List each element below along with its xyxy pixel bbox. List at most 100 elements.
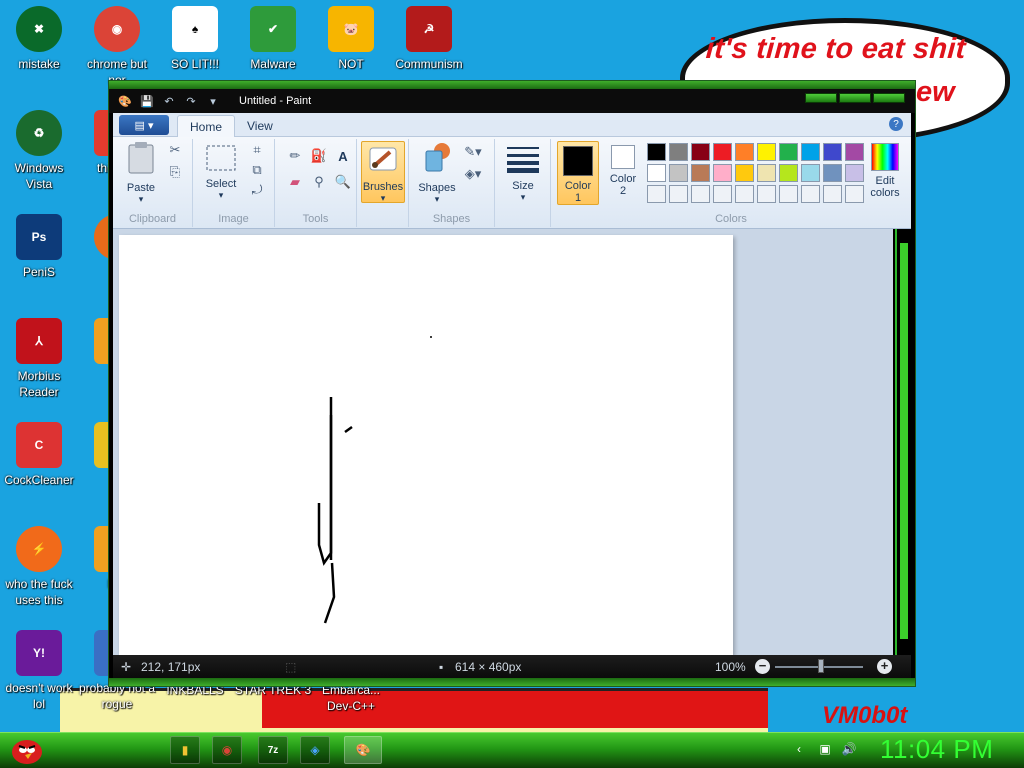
palette-swatch[interactable] bbox=[713, 164, 732, 182]
paint-window[interactable]: 🎨 💾 ↶ ↷ ▾ Untitled - Paint ▤ ▾ Home View… bbox=[108, 80, 916, 687]
desktop-icon[interactable]: ◉chrome but nor bbox=[78, 6, 156, 88]
customize-qat-icon[interactable]: ▾ bbox=[205, 93, 221, 109]
resize-icon[interactable]: ⧉ bbox=[247, 161, 267, 179]
paste-button[interactable]: Paste ▾ bbox=[119, 141, 163, 205]
save-icon[interactable]: 💾 bbox=[139, 93, 155, 109]
show-hidden-icons-icon[interactable]: ‹ bbox=[790, 741, 808, 757]
zoom-out-button[interactable]: − bbox=[755, 659, 770, 674]
palette-swatch[interactable] bbox=[779, 143, 798, 161]
zoom-in-button[interactable]: + bbox=[877, 659, 892, 674]
custom-color-slot[interactable] bbox=[713, 185, 732, 203]
tab-home[interactable]: Home bbox=[177, 115, 236, 137]
close-button[interactable] bbox=[873, 93, 905, 103]
outline-icon[interactable]: ✎▾ bbox=[463, 143, 483, 161]
volume-icon[interactable]: 🔊 bbox=[840, 741, 858, 757]
palette-swatch[interactable] bbox=[779, 164, 798, 182]
select-label: Select bbox=[205, 178, 237, 190]
eraser-icon[interactable]: ▰ bbox=[285, 173, 305, 191]
copy-icon[interactable]: ⎘ bbox=[165, 163, 185, 181]
custom-color-slot[interactable] bbox=[647, 185, 666, 203]
custom-color-slot[interactable] bbox=[823, 185, 842, 203]
edit-colors-button[interactable]: Edit colors bbox=[865, 143, 905, 199]
color-picker-icon[interactable]: ⚲ bbox=[309, 173, 329, 191]
taskbar-explorer[interactable]: ▮ bbox=[170, 736, 200, 764]
taskbar-7zip[interactable]: 7z bbox=[258, 736, 288, 764]
palette-swatch[interactable] bbox=[691, 164, 710, 182]
taskbar-app[interactable]: ◈ bbox=[300, 736, 330, 764]
desktop-icon[interactable]: ☭ Communism bbox=[390, 6, 468, 72]
redo-icon[interactable]: ↷ bbox=[183, 93, 199, 109]
fill-icon[interactable]: ⛽ bbox=[309, 147, 329, 165]
drawing-canvas[interactable] bbox=[119, 235, 733, 655]
custom-color-slot[interactable] bbox=[845, 185, 864, 203]
palette-swatch[interactable] bbox=[669, 143, 688, 161]
desktop-icon[interactable]: ♻ Windows Vista bbox=[0, 110, 78, 192]
fill-shape-icon[interactable]: ◈▾ bbox=[463, 165, 483, 183]
palette-swatch[interactable] bbox=[801, 143, 820, 161]
palette-swatch[interactable] bbox=[713, 143, 732, 161]
minimize-button[interactable] bbox=[805, 93, 837, 103]
chevron-down-icon: ▾ bbox=[138, 194, 144, 204]
custom-color-slot[interactable] bbox=[735, 185, 754, 203]
custom-color-slot[interactable] bbox=[757, 185, 776, 203]
palette-swatch[interactable] bbox=[735, 143, 754, 161]
palette-swatch[interactable] bbox=[845, 143, 864, 161]
palette-swatch[interactable] bbox=[823, 143, 842, 161]
custom-color-slot[interactable] bbox=[779, 185, 798, 203]
custom-color-slot[interactable] bbox=[691, 185, 710, 203]
desktop-icon-label: Communism bbox=[395, 57, 463, 71]
start-button[interactable] bbox=[6, 732, 48, 768]
chrome-icon: ◉ bbox=[94, 6, 140, 52]
desktop-icon[interactable]: ⅄ Morbius Reader bbox=[0, 318, 78, 400]
maximize-button[interactable] bbox=[839, 93, 871, 103]
palette-swatch[interactable] bbox=[669, 164, 688, 182]
vertical-scrollbar[interactable] bbox=[895, 229, 911, 655]
palette-swatch[interactable] bbox=[823, 164, 842, 182]
palette-swatch[interactable] bbox=[845, 164, 864, 182]
desktop-icon[interactable]: ✔ Malware bbox=[234, 6, 312, 72]
palette-swatch[interactable] bbox=[735, 164, 754, 182]
undo-icon[interactable]: ↶ bbox=[161, 93, 177, 109]
palette-swatch[interactable] bbox=[647, 164, 666, 182]
desktop-icon[interactable]: C CockCleaner bbox=[0, 422, 78, 488]
desktop-icon[interactable]: ♠ SO LIT!!! bbox=[156, 6, 234, 72]
help-icon[interactable]: ? bbox=[889, 117, 903, 131]
shapes-button[interactable]: Shapes ▾ bbox=[415, 141, 459, 205]
palette-swatch[interactable] bbox=[691, 143, 710, 161]
desktop-icon[interactable]: Ps PeniS bbox=[0, 214, 78, 280]
color2-button[interactable]: Color 2 bbox=[603, 145, 643, 197]
rotate-icon[interactable]: ⤾ bbox=[247, 181, 267, 199]
taskbar-paint[interactable]: 🎨 bbox=[344, 736, 382, 764]
custom-color-slot[interactable] bbox=[669, 185, 688, 203]
paint-menu-button[interactable]: ▤ ▾ bbox=[119, 115, 169, 135]
desktop-icon[interactable]: 🐷 NOT bbox=[312, 6, 390, 72]
desktop-icon[interactable]: ⚡ who the fuck uses this bbox=[0, 526, 78, 608]
pencil-icon[interactable]: ✏ bbox=[285, 147, 305, 165]
tab-view[interactable]: View bbox=[235, 115, 285, 137]
paste-label: Paste bbox=[126, 182, 156, 194]
magnifier-icon[interactable]: 🔍 bbox=[333, 173, 353, 191]
scrollbar-thumb[interactable] bbox=[900, 243, 908, 639]
text-icon[interactable]: A bbox=[333, 147, 353, 165]
size-button[interactable]: Size ▾ bbox=[501, 145, 545, 203]
zoom-slider-thumb[interactable] bbox=[818, 659, 824, 673]
title-bar[interactable]: 🎨 💾 ↶ ↷ ▾ Untitled - Paint bbox=[109, 89, 915, 113]
palette-swatch[interactable] bbox=[801, 164, 820, 182]
color1-button[interactable]: Color 1 bbox=[557, 141, 599, 205]
crop-icon[interactable]: ⌗ bbox=[247, 141, 267, 159]
custom-color-slot[interactable] bbox=[801, 185, 820, 203]
palette-swatch[interactable] bbox=[757, 143, 776, 161]
paint-app-icon[interactable]: 🎨 bbox=[117, 93, 133, 109]
select-button[interactable]: Select ▾ bbox=[201, 145, 241, 201]
brush-icon bbox=[369, 147, 397, 171]
action-center-icon[interactable]: ▣ bbox=[816, 741, 834, 757]
bubble-text-2: ew bbox=[916, 76, 955, 108]
brushes-button[interactable]: Brushes ▾ bbox=[361, 141, 405, 203]
desktop-icon[interactable]: Y! doesn't work lol bbox=[0, 630, 78, 712]
desktop-icon[interactable]: ✖ mistake bbox=[0, 6, 78, 72]
palette-swatch[interactable] bbox=[757, 164, 776, 182]
palette-swatch[interactable] bbox=[647, 143, 666, 161]
cut-icon[interactable]: ✂ bbox=[165, 141, 185, 159]
taskbar-chrome[interactable]: ◉ bbox=[212, 736, 242, 764]
clock[interactable]: 11:04 PM bbox=[880, 734, 993, 765]
